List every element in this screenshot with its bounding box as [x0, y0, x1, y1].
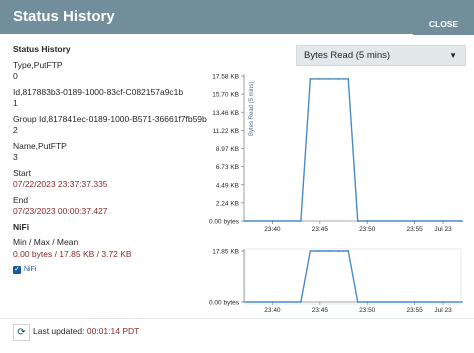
- x-tick-label: 23:45: [312, 226, 329, 233]
- dialog-title: Status History: [13, 8, 115, 25]
- data-point-overview: [347, 250, 350, 252]
- data-point: [318, 78, 321, 80]
- series-line-overview: [244, 250, 462, 303]
- detail-row: Group Id,817841ec-0189-1000-B571-36661f7…: [13, 114, 213, 137]
- dialog-footer: ⟳ Last updated: 00:01:14 PDT: [0, 318, 474, 353]
- detail-row: Name,PutFTP 3: [13, 141, 213, 164]
- detail-value: 2: [13, 125, 18, 135]
- data-point: [243, 220, 245, 222]
- data-point-overview: [413, 301, 416, 303]
- detail-value: 3: [13, 152, 18, 162]
- data-point: [461, 220, 463, 222]
- start-label: Start: [13, 167, 31, 178]
- refresh-button[interactable]: ⟳: [13, 324, 30, 341]
- detail-label: Group Id,817841ec-0189-1000-B571-36661f7…: [13, 113, 207, 124]
- data-point: [328, 78, 331, 80]
- data-point-overview: [299, 301, 302, 303]
- metric-select[interactable]: Bytes Read (5 mins) ▼: [296, 45, 466, 66]
- y-tick-label: 2.24 KB: [216, 200, 239, 207]
- x-tick-label-overview: Jul 23: [434, 307, 452, 314]
- detail-value: 1: [13, 98, 18, 108]
- data-point-overview: [442, 301, 444, 303]
- y-tick-label: 17.58 KB: [212, 74, 239, 81]
- details-heading: Status History: [13, 44, 71, 54]
- series-line: [244, 78, 462, 222]
- data-point-overview: [309, 250, 312, 252]
- series-legend-item[interactable]: ✓ NiFi: [13, 264, 213, 276]
- y-tick-label: 0.00 bytes: [209, 219, 240, 226]
- y-axis-label: Bytes Read (5 mins): [249, 82, 255, 136]
- x-tick-label-overview: 23:50: [359, 307, 376, 314]
- data-point: [299, 220, 302, 222]
- y-tick-label-overview: 17.85 KB: [212, 249, 239, 256]
- x-tick-label-overview: 23:45: [312, 307, 329, 314]
- data-point: [337, 78, 340, 80]
- start-value: 07/22/2023 23:37:37.335: [13, 179, 108, 189]
- data-point: [366, 220, 369, 222]
- data-point-overview: [271, 301, 274, 303]
- data-point-overview: [337, 250, 340, 252]
- x-tick-label-overview: 23:40: [264, 307, 281, 314]
- detail-row: End 07/23/2023 00:00:37.427: [13, 195, 213, 218]
- detail-row: Id,817883b3-0189-1000-83cf-C082157a9c1b …: [13, 87, 213, 110]
- last-updated-time: 00:01:14 PDT: [86, 326, 140, 336]
- overview-brush: [244, 248, 462, 305]
- y-tick-label: 13.46 KB: [212, 110, 239, 117]
- y-tick-label: 15.70 KB: [212, 92, 239, 99]
- data-point-overview: [356, 301, 359, 303]
- y-tick-label: 4.49 KB: [216, 182, 239, 189]
- y-tick-label-overview: 0.00 bytes: [209, 300, 240, 307]
- data-point: [356, 220, 359, 222]
- dialog-header: Status History: [0, 0, 474, 34]
- x-tick-label: Jul 23: [434, 226, 452, 233]
- x-tick-label: 23:40: [264, 226, 281, 233]
- refresh-icon: ⟳: [17, 327, 26, 338]
- detail-value: 0: [13, 71, 18, 81]
- data-point-overview: [318, 250, 321, 252]
- detail-label: Type,PutFTP: [13, 59, 63, 70]
- stats-value: 0.00 bytes / 17.85 KB / 3.72 KB: [13, 248, 132, 259]
- detail-row: Type,PutFTP 0: [13, 60, 213, 83]
- detail-label: Name,PutFTP: [13, 140, 67, 151]
- data-point: [413, 220, 416, 222]
- data-point-overview: [461, 301, 463, 303]
- chevron-down-icon: ▼: [449, 51, 457, 60]
- legend-label: NiFi: [24, 266, 37, 273]
- data-point: [347, 78, 350, 80]
- stats-label: Min / Max / Mean: [13, 237, 79, 247]
- nifi-heading: NiFi: [13, 221, 30, 232]
- detail-row: Start 07/22/2023 23:37:37.335: [13, 168, 213, 191]
- end-label: End: [13, 194, 29, 205]
- metric-select-value: Bytes Read (5 mins): [304, 50, 391, 61]
- legend-checkbox[interactable]: ✓: [13, 265, 21, 274]
- x-tick-label: 23:50: [359, 226, 376, 233]
- y-tick-label: 8.97 KB: [216, 146, 239, 153]
- data-point-overview: [366, 301, 369, 303]
- last-updated: Last updated: 00:01:14 PDT: [33, 326, 139, 336]
- x-tick-label: 23:55: [406, 226, 423, 233]
- close-button[interactable]: CLOSE: [413, 13, 474, 35]
- y-tick-label: 6.73 KB: [216, 164, 239, 171]
- data-point: [271, 220, 274, 222]
- y-tick-label: 11.22 KB: [213, 128, 239, 135]
- end-value: 07/23/2023 00:00:37.427: [13, 206, 108, 216]
- x-tick-label-overview: 23:55: [406, 307, 423, 314]
- status-details-panel: Status History Type,PutFTP 0 Id,817883b3…: [13, 44, 213, 276]
- last-updated-label: Last updated:: [33, 326, 85, 336]
- data-point: [309, 78, 312, 80]
- data-point-overview: [243, 301, 245, 303]
- detail-label: Id,817883b3-0189-1000-83cf-C082157a9c1b: [13, 86, 184, 97]
- data-point-overview: [328, 250, 331, 252]
- data-point: [442, 220, 444, 222]
